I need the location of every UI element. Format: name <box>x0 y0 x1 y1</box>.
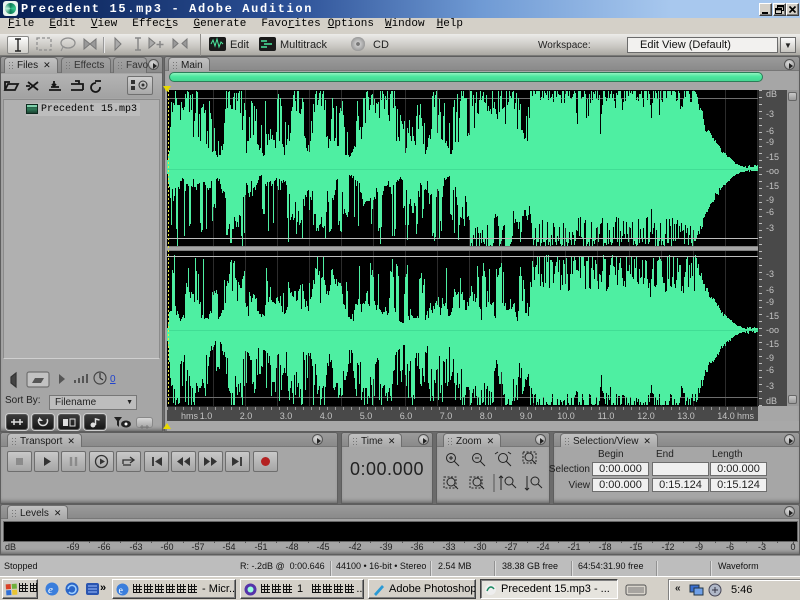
svg-text:0: 0 <box>110 374 116 385</box>
svg-text:e: e <box>119 586 124 597</box>
svg-text:e: e <box>48 584 53 596</box>
